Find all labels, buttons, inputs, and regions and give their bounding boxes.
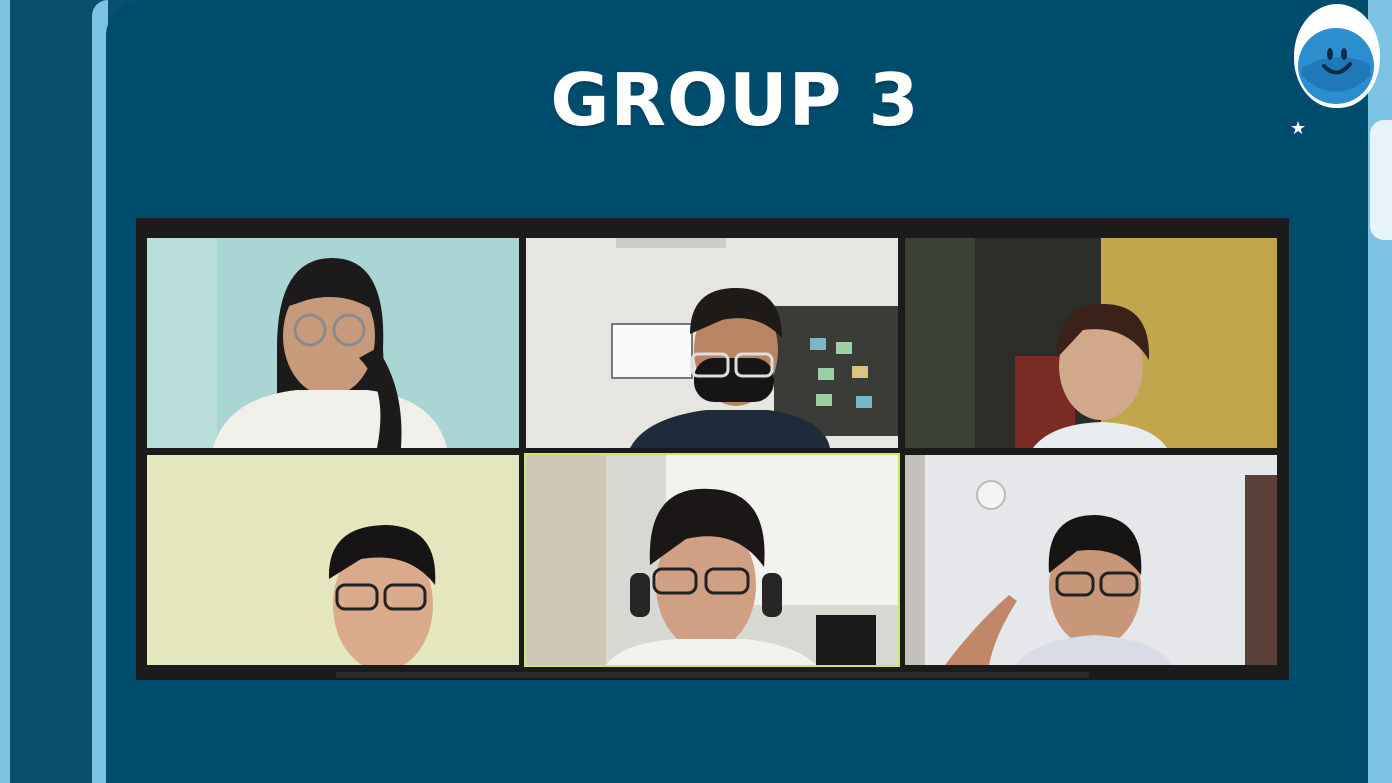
participant-tile[interactable] — [526, 238, 898, 448]
participant-tile[interactable] — [905, 238, 1277, 448]
participant-tile[interactable] — [147, 238, 519, 448]
star-icon: ★ — [1290, 118, 1307, 139]
smiley-face-icon — [1298, 28, 1374, 104]
participant-tile-active[interactable] — [524, 453, 900, 667]
gallery-scrollbar — [336, 672, 1089, 678]
decor-tab — [1370, 120, 1392, 240]
slide-title: GROUP 3 — [550, 58, 920, 142]
participant-tile[interactable] — [147, 455, 519, 665]
video-gallery — [136, 218, 1289, 680]
participant-tile[interactable] — [905, 455, 1277, 665]
